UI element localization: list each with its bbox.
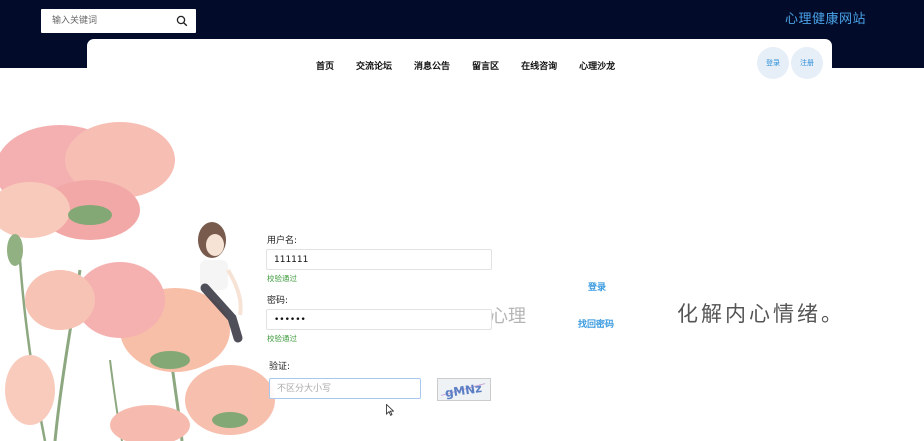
site-title[interactable]: 心理健康网站 <box>785 8 866 27</box>
nav-item-consult[interactable]: 在线咨询 <box>521 59 557 72</box>
header-login-button[interactable]: 登录 <box>757 47 789 79</box>
password-status: 校验通过 <box>267 334 297 343</box>
background-text-left: 心理 <box>490 306 526 327</box>
password-input[interactable] <box>266 309 492 330</box>
captcha-text: gMNz <box>444 381 483 400</box>
login-button[interactable]: 登录 <box>588 280 606 293</box>
nav-card: 首页 交流论坛 消息公告 留言区 在线咨询 心理沙龙 登录 注册 <box>87 39 832 97</box>
header-register-button[interactable]: 注册 <box>791 47 823 79</box>
search-box <box>41 9 196 33</box>
nav-item-salon[interactable]: 心理沙龙 <box>579 59 615 72</box>
username-input[interactable] <box>266 249 492 270</box>
background-text-right: 化解内心情绪。 <box>677 302 845 326</box>
nav-item-forum[interactable]: 交流论坛 <box>356 59 392 72</box>
captcha-image[interactable]: gMNz <box>437 378 491 401</box>
username-label: 用户名: <box>267 236 298 246</box>
username-status: 校验通过 <box>267 274 297 283</box>
search-input[interactable] <box>41 9 171 33</box>
search-icon[interactable] <box>176 15 188 27</box>
forgot-password-link[interactable]: 找回密码 <box>578 317 614 330</box>
password-label: 密码: <box>267 296 289 306</box>
nav-item-announcements[interactable]: 消息公告 <box>414 59 450 72</box>
nav-item-messages[interactable]: 留言区 <box>472 59 499 72</box>
captcha-input[interactable] <box>269 378 421 399</box>
captcha-label: 验证: <box>269 362 291 372</box>
nav-item-home[interactable]: 首页 <box>316 59 334 72</box>
mouse-cursor-icon <box>386 404 394 416</box>
main-nav: 首页 交流论坛 消息公告 留言区 在线咨询 心理沙龙 <box>316 59 637 72</box>
